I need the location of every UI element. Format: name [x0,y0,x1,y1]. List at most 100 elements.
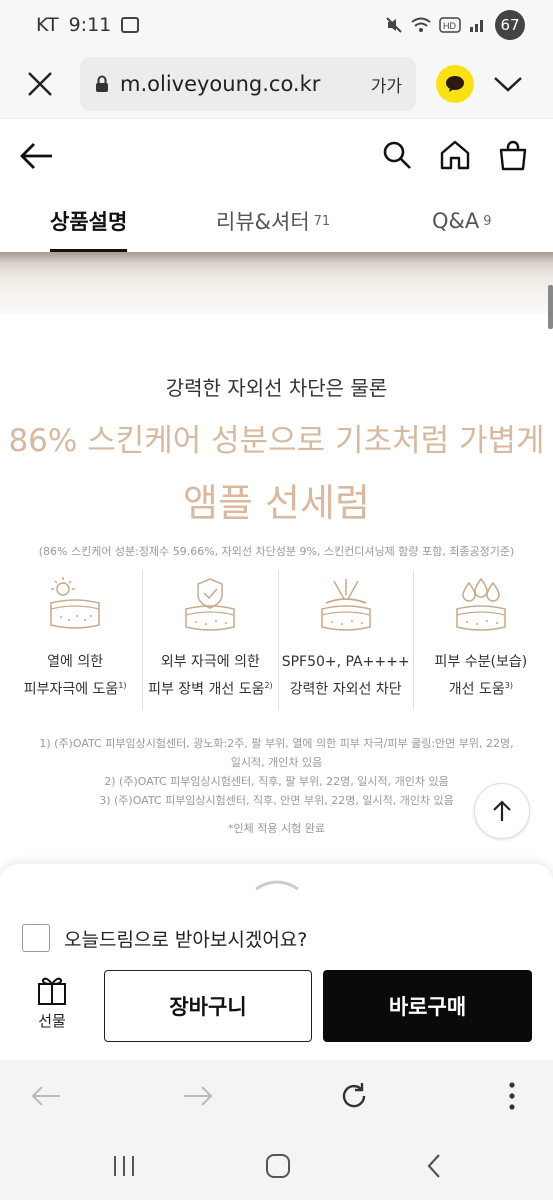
feature-line-2: 개선 도움 [448,681,505,698]
expand-menu-button[interactable] [488,64,528,104]
browser-toolbar [0,1060,553,1132]
gift-label: 선물 [38,1012,66,1030]
clinical-notes: 1) (주)OATC 피부임상시험센터, 광노화:2주, 팔 부위, 열에 의한… [0,734,553,810]
add-to-cart-button[interactable]: 장바구니 [104,970,312,1042]
arrow-left-icon [20,143,52,169]
feature-line-1: 열에 의한 [47,654,104,670]
sheet-handle[interactable] [254,876,300,891]
signal-icon [470,20,483,32]
kakao-chat-button[interactable] [436,65,474,103]
feature-item: SPF50+, PA++++ 강력한 자외선 차단 [277,570,413,710]
status-bar: KT 9:11 HD 67 [0,0,553,50]
svg-text:HD: HD [443,21,456,31]
tab-label: 리뷰&셔터 [216,210,310,234]
scroll-to-top-button[interactable] [474,783,530,839]
screenshot-icon [121,17,140,33]
cart-button[interactable] [493,135,533,175]
home-icon [440,140,470,170]
feature-superscript: 3) [504,681,513,690]
feature-line-2: 강력한 자외선 차단 [289,681,402,698]
purchase-sheet: 오늘드림으로 받아보시겠어요? 선물 장바구니 바로구매 [0,864,553,1060]
feature-line-1: SPF50+, PA++++ [281,654,410,670]
lock-icon [96,75,108,92]
today-delivery-label: 오늘드림으로 받아보시겠어요? [64,928,308,951]
recent-apps-icon [114,1156,134,1176]
close-tab-button[interactable] [0,50,80,118]
home-circle-icon [266,1154,290,1178]
browser-forward-button[interactable] [178,1076,218,1116]
feature-list: 열에 의한 피부자극에 도움1) 외부 자극에 의한 피부 장벽 개선 도움2) [8,570,548,710]
feature-line-1: 피부 수분(보습) [434,654,528,670]
uv-block-icon [311,570,381,640]
tab-qna[interactable]: Q&A 9 [432,190,492,252]
tab-reviews[interactable]: 리뷰&셔터 71 [216,190,330,252]
wifi-icon [411,17,431,32]
today-delivery-option[interactable]: 오늘드림으로 받아보시겠어요? [22,924,307,952]
feature-item: 피부 수분(보습) 개선 도움3) [412,570,548,710]
chat-bubble-icon [446,76,464,92]
arrow-right-icon [184,1086,213,1106]
home-button[interactable] [435,135,475,175]
browser-menu-button[interactable] [492,1076,532,1116]
recent-apps-button[interactable] [106,1150,142,1182]
today-delivery-checkbox[interactable] [22,924,50,952]
note-line: 3) (주)OATC 피부임상시험센터, 직후, 안면 부위, 22명, 일시적… [99,794,454,807]
home-nav-button[interactable] [260,1150,296,1182]
feature-line-2: 피부자극에 도움 [23,681,119,698]
note-line: 1) (주)OATC 피부임상시험센터, 광노화:2주, 팔 부위, 열에 의한… [39,737,514,750]
note-line: 일시적, 개인차 있음 [230,756,323,769]
search-button[interactable] [377,135,417,175]
clinical-test-note: *인체 적용 시험 완료 [228,822,325,835]
product-image-top [0,252,553,314]
close-icon [28,72,52,96]
mute-icon [386,17,402,33]
tab-count: 71 [313,213,331,229]
feature-line-2: 피부 장벽 개선 도움 [148,681,265,698]
feature-line-1: 외부 자극에 의한 [160,654,260,670]
more-vertical-icon [509,1082,515,1110]
browser-back-button[interactable] [26,1076,66,1116]
shopping-bag-icon [499,140,527,171]
heat-skin-icon [40,570,110,640]
feature-item: 외부 자극에 의한 피부 장벽 개선 도움2) [142,570,277,710]
chevron-up-icon [255,880,299,891]
browser-url-bar: m.oliveyoung.co.kr 가가 [0,50,553,118]
product-tabs: 상품설명 리뷰&셔터 71 Q&A 9 [0,190,553,252]
feature-superscript: 1) [118,681,127,690]
back-button[interactable] [18,137,56,175]
gift-icon [38,977,66,1005]
chevron-down-icon [494,77,522,92]
battery-indicator: 67 [495,10,525,40]
description-headline: 86% 스킨케어 성분으로 기초처럼 가볍게 [8,423,545,459]
system-nav-bar [0,1132,553,1200]
tab-label: Q&A [432,209,480,233]
arrow-left-icon [31,1086,60,1106]
description-kicker: 강력한 자외선 차단은 물론 [165,376,388,400]
tab-count: 9 [483,213,492,229]
tab-description[interactable]: 상품설명 [50,190,128,252]
carrier-label: KT [36,14,59,36]
back-nav-button[interactable] [416,1150,452,1182]
app-header [0,118,553,190]
search-icon [383,141,411,169]
ingredient-footnote: (86% 스킨케어 성분:정제수 59.66%, 자외선 차단성분 9%, 스킨… [38,545,515,558]
text-size-button[interactable]: 가가 [371,72,402,97]
tab-label: 상품설명 [50,210,128,234]
product-description: 강력한 자외선 차단은 물론 86% 스킨케어 성분으로 기초처럼 가볍게 앰플… [0,314,553,874]
description-product-name: 앰플 선세럼 [183,481,370,525]
note-line: 2) (주)OATC 피부임상시험센터, 직후, 팔 부위, 22명, 일시적,… [104,775,449,788]
url-text: m.oliveyoung.co.kr [120,72,321,96]
chevron-left-icon [427,1154,440,1178]
arrow-up-icon [493,800,511,821]
feature-superscript: 2) [264,681,273,690]
reload-button[interactable] [334,1076,374,1116]
address-field[interactable]: m.oliveyoung.co.kr 가가 [80,57,416,111]
shield-skin-icon [175,570,245,640]
buy-now-button[interactable]: 바로구매 [323,970,532,1042]
reload-icon [342,1083,366,1108]
feature-item: 열에 의한 피부자극에 도움1) [8,570,142,710]
gift-button[interactable]: 선물 [22,974,82,1040]
hd-icon: HD [439,17,461,33]
water-drops-icon [446,570,516,640]
clock: 9:11 [68,14,112,36]
